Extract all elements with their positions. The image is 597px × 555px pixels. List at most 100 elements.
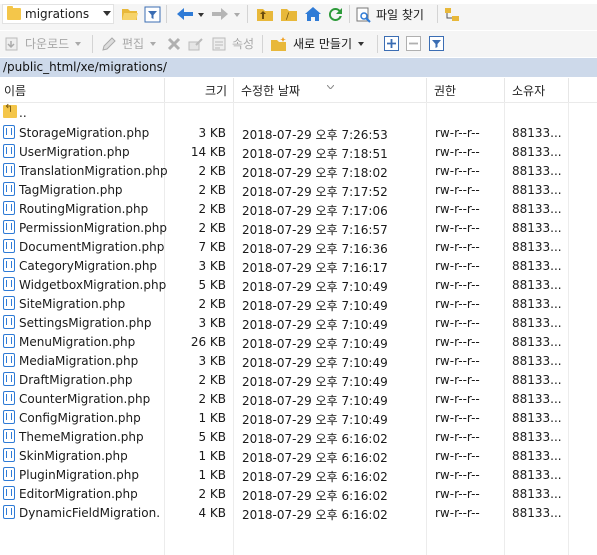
find-files-button[interactable]: 파일 찾기	[356, 6, 424, 23]
file-modified: 2018-07-29 오후 7:16:57	[242, 223, 388, 237]
file-size: 1 KB	[198, 449, 226, 463]
file-owner: 88133...	[512, 373, 562, 387]
file-name: UserMigration.php	[19, 145, 130, 159]
file-name: PermissionMigration.php	[19, 221, 167, 235]
column-header-rights[interactable]: 권한	[434, 82, 456, 99]
parent-directory-row[interactable]: ..	[0, 102, 597, 123]
file-row[interactable]: MediaMigration.php 3 KB 2018-07-29 오후 7:10…	[0, 351, 597, 370]
file-row[interactable]: StorageMigration.php 3 KB 2018-07-29 오후 7:…	[0, 123, 597, 142]
column-header-modified[interactable]: 수정한 날짜	[241, 82, 300, 99]
file-row[interactable]: EditorMigration.php 2 KB 2018-07-29 오후 6:1…	[0, 484, 597, 503]
file-name: EditorMigration.php	[19, 487, 138, 501]
edit-button[interactable]: 편집	[101, 35, 157, 52]
parent-directory-icon[interactable]	[256, 6, 274, 22]
file-row[interactable]: DocumentMigration.php 7 KB 2018-07-29 오후 7…	[0, 237, 597, 256]
home-icon[interactable]	[304, 6, 322, 22]
new-item-button[interactable]: 새로 만들기	[270, 35, 365, 52]
edit-dropdown-icon[interactable]	[150, 41, 157, 46]
plus-icon[interactable]	[384, 36, 399, 51]
file-owner: 88133...	[512, 392, 562, 406]
file-row[interactable]: ThemeMigration.php 5 KB 2018-07-29 오후 6:16…	[0, 427, 597, 446]
php-file-icon	[3, 391, 15, 405]
directory-tree-icon[interactable]	[444, 7, 460, 22]
file-modified: 2018-07-29 오후 7:10:49	[242, 299, 388, 313]
php-file-icon	[3, 182, 15, 196]
file-rights: rw-r--r--	[435, 259, 480, 273]
file-size: 1 KB	[198, 468, 226, 482]
file-row[interactable]: RoutingMigration.php 2 KB 2018-07-29 오후 7:…	[0, 199, 597, 218]
download-dropdown-icon[interactable]	[75, 41, 82, 46]
file-row[interactable]: SiteMigration.php 2 KB 2018-07-29 오후 7:10:…	[0, 294, 597, 313]
file-rights: rw-r--r--	[435, 506, 480, 520]
file-modified: 2018-07-29 오후 7:26:53	[242, 128, 388, 142]
select-filter-icon[interactable]	[429, 36, 444, 51]
properties-button[interactable]: 속성	[211, 35, 254, 52]
file-name: MediaMigration.php	[19, 354, 139, 368]
file-row[interactable]: PermissionMigration.php 2 KB 2018-07-29 오후…	[0, 218, 597, 237]
filter-icon[interactable]	[144, 6, 161, 23]
file-name: CounterMigration.php	[19, 392, 151, 406]
file-row[interactable]: DraftMigration.php 2 KB 2018-07-29 오후 7:10…	[0, 370, 597, 389]
file-row[interactable]: WidgetboxMigration.php 5 KB 2018-07-29 오후 …	[0, 275, 597, 294]
directory-combo-value: migrations	[25, 7, 90, 21]
directory-combo[interactable]: migrations	[2, 4, 114, 24]
actions-toolbar: 다운로드 편집 속성 새로 만들기	[0, 31, 597, 57]
file-row[interactable]: TranslationMigration.php 2 KB 2018-07-29 오…	[0, 161, 597, 180]
download-button[interactable]: 다운로드	[4, 35, 82, 52]
sort-descending-icon	[326, 78, 335, 90]
php-file-icon	[3, 315, 15, 329]
refresh-icon[interactable]	[327, 6, 344, 23]
file-row[interactable]: SkinMigration.php 1 KB 2018-07-29 오후 6:16:…	[0, 446, 597, 465]
file-row[interactable]: SettingsMigration.php 3 KB 2018-07-29 오후 7…	[0, 313, 597, 332]
new-item-dropdown-icon[interactable]	[358, 41, 365, 46]
file-size: 4 KB	[198, 506, 226, 520]
file-modified: 2018-07-29 오후 6:16:02	[242, 508, 388, 522]
forward-dropdown-icon[interactable]	[234, 13, 240, 17]
file-row[interactable]: ConfigMigration.php 1 KB 2018-07-29 오후 7:1…	[0, 408, 597, 427]
minus-icon[interactable]	[406, 36, 421, 51]
file-rights: rw-r--r--	[435, 335, 480, 349]
file-rights: rw-r--r--	[435, 202, 480, 216]
file-row[interactable]: DynamicFieldMigration. 4 KB 2018-07-29 오후 …	[0, 503, 597, 522]
php-file-icon	[3, 372, 15, 386]
delete-icon[interactable]	[167, 37, 181, 51]
file-row[interactable]: MenuMigration.php 26 KB 2018-07-29 오후 7:10…	[0, 332, 597, 351]
column-header-size[interactable]: 크기	[205, 82, 227, 99]
file-row[interactable]: UserMigration.php 14 KB 2018-07-29 오후 7:18…	[0, 142, 597, 161]
forward-arrow-icon[interactable]	[211, 7, 229, 21]
current-path-bar[interactable]: /public_html/xe/migrations/	[0, 58, 597, 77]
file-modified: 2018-07-29 오후 7:10:49	[242, 375, 388, 389]
file-owner: 88133...	[512, 221, 562, 235]
file-modified: 2018-07-29 오후 7:18:02	[242, 166, 388, 180]
file-owner: 88133...	[512, 449, 562, 463]
column-header-owner[interactable]: 소유자	[512, 82, 545, 99]
file-row[interactable]: TagMigration.php 2 KB 2018-07-29 오후 7:17:5…	[0, 180, 597, 199]
file-size: 7 KB	[198, 240, 226, 254]
column-header-name[interactable]: 이름	[4, 82, 26, 99]
file-name: SkinMigration.php	[19, 449, 128, 463]
file-owner: 88133...	[512, 335, 562, 349]
file-owner: 88133...	[512, 468, 562, 482]
edit-label: 편집	[122, 37, 145, 51]
parent-directory-label: ..	[19, 106, 27, 120]
file-name: SiteMigration.php	[19, 297, 126, 311]
back-dropdown-icon[interactable]	[198, 13, 204, 17]
file-owner: 88133...	[512, 202, 562, 216]
file-owner: 88133...	[512, 297, 562, 311]
file-owner: 88133...	[512, 240, 562, 254]
open-folder-icon[interactable]	[121, 6, 139, 22]
file-modified: 2018-07-29 오후 7:10:49	[242, 394, 388, 408]
file-row[interactable]: CategoryMigration.php 3 KB 2018-07-29 오후 7…	[0, 256, 597, 275]
file-modified: 2018-07-29 오후 7:10:49	[242, 337, 388, 351]
back-arrow-icon[interactable]	[176, 7, 194, 21]
root-directory-icon[interactable]: /	[280, 6, 298, 22]
rename-icon[interactable]	[188, 36, 204, 52]
file-row[interactable]: PluginMigration.php 1 KB 2018-07-29 오후 6:1…	[0, 465, 597, 484]
file-row[interactable]: CounterMigration.php 2 KB 2018-07-29 오후 7:…	[0, 389, 597, 408]
file-name: ThemeMigration.php	[19, 430, 144, 444]
file-rights: rw-r--r--	[435, 449, 480, 463]
find-files-label: 파일 찾기	[376, 8, 424, 22]
php-file-icon	[3, 467, 15, 481]
folder-icon	[7, 6, 21, 20]
file-modified: 2018-07-29 오후 6:16:02	[242, 432, 388, 446]
